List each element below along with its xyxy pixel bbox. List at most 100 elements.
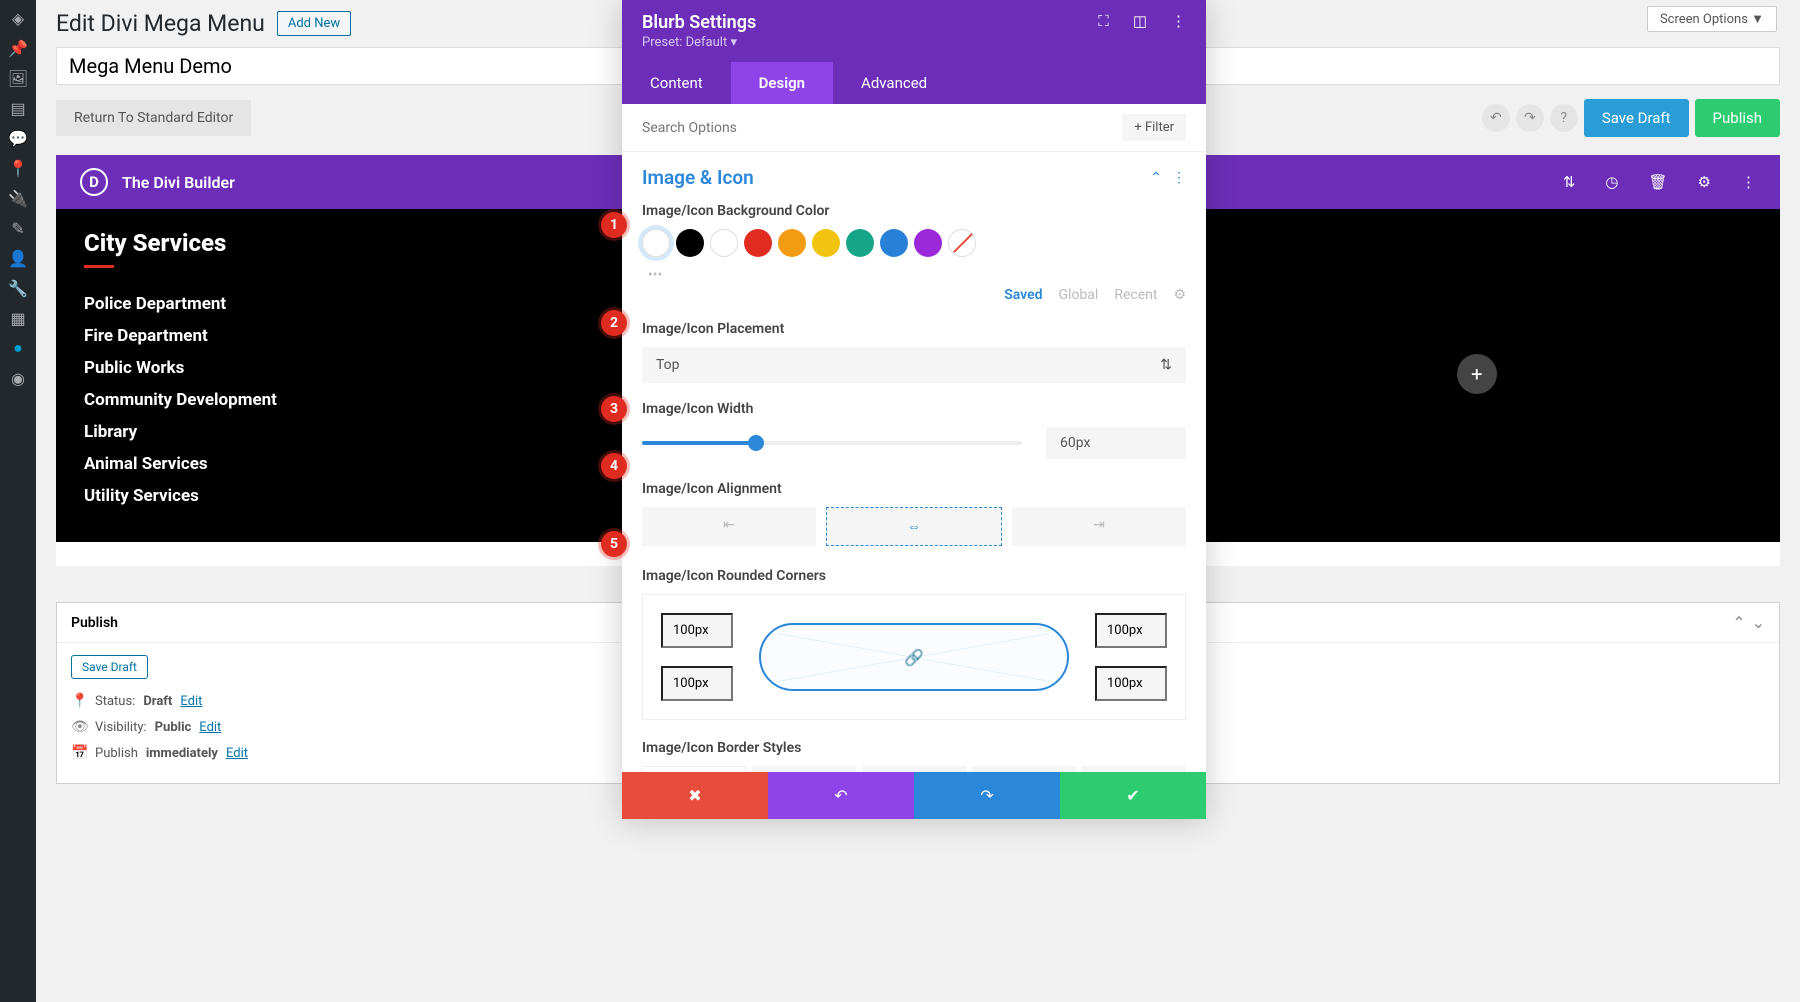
bg-color-label: Image/Icon Background Color xyxy=(642,203,1186,219)
corner-br-input[interactable] xyxy=(1095,666,1167,701)
visibility-label: Visibility: xyxy=(95,720,147,735)
expand-icon[interactable]: ⛶ xyxy=(1098,12,1109,30)
save-draft-button[interactable]: Save Draft xyxy=(1584,99,1689,137)
alignment-label: Image/Icon Alignment xyxy=(642,481,1186,497)
link-corners-icon[interactable]: 🔗 xyxy=(904,648,924,667)
status-label: Status: xyxy=(95,694,135,709)
color-swatch-white[interactable] xyxy=(710,229,738,257)
select-chevron-icon: ⇅ xyxy=(1160,357,1172,373)
city-link[interactable]: Public Works xyxy=(84,358,634,378)
tab-design[interactable]: Design xyxy=(731,62,833,104)
check-icon: ✔ xyxy=(1126,786,1139,805)
publish-edit-link[interactable]: Edit xyxy=(226,746,248,761)
slider-thumb[interactable] xyxy=(748,435,764,451)
align-right-button[interactable]: ⇥ xyxy=(1012,507,1186,546)
filter-button[interactable]: + Filter xyxy=(1122,114,1186,141)
divi-icon[interactable]: ● xyxy=(8,338,28,358)
section-menu-icon[interactable]: ⋮ xyxy=(1172,170,1186,186)
return-standard-editor-button[interactable]: Return To Standard Editor xyxy=(56,100,251,136)
city-link[interactable]: Community Development xyxy=(84,390,634,410)
color-swatch-black[interactable] xyxy=(676,229,704,257)
page-title: Edit Divi Mega Menu xyxy=(56,10,265,37)
redo-icon: ↷ xyxy=(980,786,993,805)
undo-circle-button[interactable]: ↶ xyxy=(1482,104,1510,132)
dashboard-icon[interactable]: ◈ xyxy=(8,8,28,28)
help-circle-button[interactable]: ? xyxy=(1550,104,1578,132)
placement-select[interactable]: Top ⇅ xyxy=(642,347,1186,383)
dots-icon[interactable]: ⋮ xyxy=(1741,173,1756,191)
color-swatch-orange[interactable] xyxy=(778,229,806,257)
metabox-down-icon[interactable]: ⌄ xyxy=(1752,613,1765,632)
publish-label: Publish xyxy=(95,746,138,761)
color-swatch-teal[interactable] xyxy=(846,229,874,257)
color-swatch-white-selected[interactable] xyxy=(642,229,670,257)
width-value-input[interactable]: 60px xyxy=(1046,427,1186,459)
undo-icon: ↶ xyxy=(834,786,847,805)
gear-icon[interactable]: ⚙ xyxy=(1698,173,1711,191)
color-swatch-none[interactable] xyxy=(948,229,976,257)
color-swatch-purple[interactable] xyxy=(914,229,942,257)
dock-icon[interactable]: ◫ xyxy=(1133,12,1147,30)
section-title: Image & Icon xyxy=(642,166,754,189)
comments-icon[interactable]: 💬 xyxy=(8,128,28,148)
add-module-button[interactable]: + xyxy=(1457,354,1497,394)
visibility-value: Public xyxy=(155,720,192,735)
corner-tl-input[interactable] xyxy=(661,613,733,648)
thumbtack-icon[interactable]: 📍 xyxy=(8,158,28,178)
status-edit-link[interactable]: Edit xyxy=(180,694,202,709)
users-icon[interactable]: 👤 xyxy=(8,248,28,268)
color-settings-icon[interactable]: ⚙ xyxy=(1173,287,1186,303)
redo-button[interactable]: ↷ xyxy=(914,772,1060,819)
color-swatch-blue[interactable] xyxy=(880,229,908,257)
city-link[interactable]: Fire Department xyxy=(84,326,634,346)
add-new-button[interactable]: Add New xyxy=(277,11,351,36)
align-right-icon: ⇥ xyxy=(1093,517,1105,536)
more-colors-icon[interactable]: ••• xyxy=(642,263,1186,287)
publish-button[interactable]: Publish xyxy=(1695,99,1780,137)
collapse-icon[interactable]: ⌃ xyxy=(1150,170,1162,186)
corner-tr-input[interactable] xyxy=(1095,613,1167,648)
color-swatch-yellow[interactable] xyxy=(812,229,840,257)
search-options-input[interactable] xyxy=(642,120,1122,136)
save-draft-meta-button[interactable]: Save Draft xyxy=(71,655,148,679)
color-tab-saved[interactable]: Saved xyxy=(1004,287,1042,303)
align-left-button[interactable]: ⇤ xyxy=(642,507,816,546)
undo-button[interactable]: ↶ xyxy=(768,772,914,819)
preset-label[interactable]: Preset: Default ▾ xyxy=(642,35,756,50)
tools-icon[interactable]: 🔧 xyxy=(8,278,28,298)
cancel-button[interactable]: ✖ xyxy=(622,772,768,819)
media-icon[interactable]: 🖼 xyxy=(8,68,28,88)
redo-circle-button[interactable]: ↷ xyxy=(1516,104,1544,132)
appearance-icon[interactable]: ✎ xyxy=(8,218,28,238)
color-tab-global[interactable]: Global xyxy=(1059,287,1099,303)
plugin-icon[interactable]: 🔌 xyxy=(8,188,28,208)
metabox-up-icon[interactable]: ⌃ xyxy=(1732,613,1745,632)
visibility-edit-link[interactable]: Edit xyxy=(199,720,221,735)
annotation-4: 4 xyxy=(601,453,627,479)
city-link[interactable]: Animal Services xyxy=(84,454,634,474)
tab-content[interactable]: Content xyxy=(622,62,731,104)
corner-bl-input[interactable] xyxy=(661,666,733,701)
align-center-button[interactable]: ⇔ xyxy=(826,507,1002,546)
modal-title: Blurb Settings xyxy=(642,12,756,33)
save-button[interactable]: ✔ xyxy=(1060,772,1206,819)
pages-icon[interactable]: ▤ xyxy=(8,98,28,118)
menu-dots-icon[interactable]: ⋮ xyxy=(1171,12,1186,30)
pin-icon[interactable]: 📌 xyxy=(8,38,28,58)
divi-logo-icon: D xyxy=(80,168,108,196)
color-swatch-red[interactable] xyxy=(744,229,772,257)
sort-icon[interactable]: ⇅ xyxy=(1563,173,1576,191)
city-link[interactable]: Police Department xyxy=(84,294,634,314)
clock-icon[interactable]: ◷ xyxy=(1605,173,1618,191)
divi-circle-icon[interactable]: ◉ xyxy=(8,368,28,388)
color-tab-recent[interactable]: Recent xyxy=(1114,287,1157,303)
tab-advanced[interactable]: Advanced xyxy=(833,62,955,104)
city-link[interactable]: Utility Services xyxy=(84,486,634,506)
blurb-settings-modal: Blurb Settings Preset: Default ▾ ⛶ ◫ ⋮ C… xyxy=(622,0,1206,819)
city-link[interactable]: Library xyxy=(84,422,634,442)
settings-icon[interactable]: ▦ xyxy=(8,308,28,328)
metabox-title: Publish xyxy=(71,615,118,631)
annotation-3: 3 xyxy=(601,396,627,422)
width-slider[interactable] xyxy=(642,441,1022,445)
trash-icon[interactable]: 🗑 xyxy=(1649,173,1668,191)
